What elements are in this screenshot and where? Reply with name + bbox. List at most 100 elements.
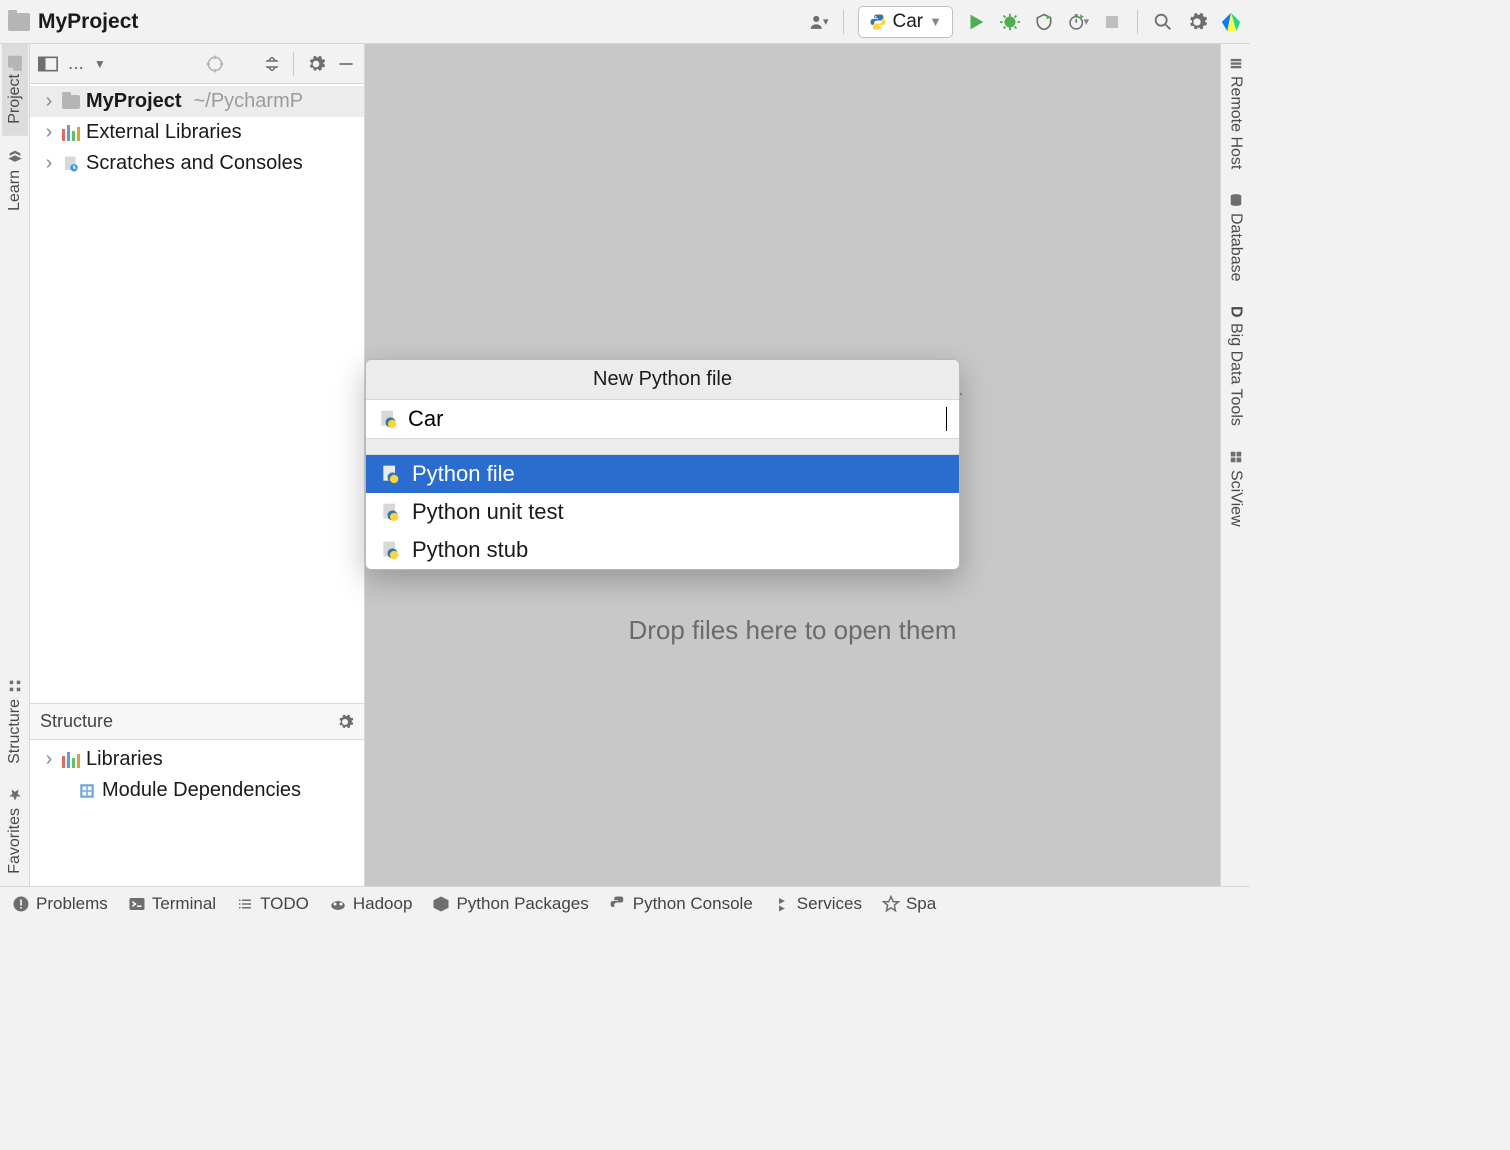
bottom-label: Hadoop <box>353 894 413 914</box>
search-icon[interactable] <box>1152 11 1174 33</box>
coverage-button[interactable] <box>1033 11 1055 33</box>
module-icon <box>78 782 96 800</box>
users-icon[interactable]: ▾ <box>807 11 829 33</box>
gear-icon[interactable] <box>306 54 326 74</box>
star-icon <box>882 895 900 913</box>
stop-button[interactable] <box>1101 11 1123 33</box>
bottom-bar: Problems Terminal TODO Hadoop Python Pac… <box>0 886 1250 920</box>
bottom-todo[interactable]: TODO <box>236 894 309 914</box>
separator <box>843 10 844 34</box>
bottom-label: Services <box>797 894 862 914</box>
gutter-tab-structure[interactable]: Structure <box>2 667 28 776</box>
gutter-label: Structure <box>6 699 24 764</box>
project-panel-header: ... ▼ <box>30 44 364 84</box>
bottom-label: Python Console <box>633 894 753 914</box>
debug-button[interactable] <box>999 11 1021 33</box>
popup-option-python-file[interactable]: Python file <box>366 455 959 493</box>
gutter-tab-big-data[interactable]: D Big Data Tools <box>1223 294 1249 438</box>
filename-input[interactable] <box>408 406 936 432</box>
bottom-services[interactable]: Services <box>773 894 862 914</box>
profiler-button[interactable]: ▾ <box>1067 11 1089 33</box>
chevron-right-icon[interactable]: › <box>42 748 56 771</box>
star-icon <box>8 788 22 802</box>
learn-icon <box>7 148 23 164</box>
bottom-terminal[interactable]: Terminal <box>128 894 216 914</box>
gutter-label: Learn <box>6 170 24 211</box>
drop-hint: Drop files here to open them <box>628 615 956 646</box>
separator <box>293 52 294 76</box>
gutter-label: Remote Host <box>1227 76 1245 169</box>
popup-option-python-unit-test[interactable]: Python unit test <box>366 493 959 531</box>
bottom-problems[interactable]: Problems <box>12 894 108 914</box>
gutter-tab-favorites[interactable]: Favorites <box>2 776 28 886</box>
popup-option-label: Python stub <box>412 537 528 563</box>
bottom-python-console[interactable]: Python Console <box>609 894 753 914</box>
bottom-hadoop[interactable]: Hadoop <box>329 894 413 914</box>
bottom-spark[interactable]: Spa <box>882 894 936 914</box>
gutter-tab-learn[interactable]: Learn <box>2 136 28 223</box>
tree-label: External Libraries <box>86 121 242 144</box>
terminal-icon <box>128 895 146 913</box>
python-file-icon <box>380 464 400 484</box>
left-tool-gutter: Project Learn Structure Favorites <box>0 44 30 886</box>
popup-option-python-stub[interactable]: Python stub <box>366 531 959 569</box>
navbar: MyProject ▾ Car ▼ ▾ <box>0 0 1250 44</box>
big-data-icon: D <box>1227 306 1245 318</box>
hide-icon[interactable] <box>336 54 356 74</box>
caret <box>946 407 947 431</box>
tree-item-external-libraries[interactable]: › External Libraries <box>30 117 364 148</box>
gutter-tab-project[interactable]: Project <box>2 44 28 136</box>
bottom-label: Terminal <box>152 894 216 914</box>
bottom-python-packages[interactable]: Python Packages <box>432 894 588 914</box>
view-mode-label[interactable]: ... <box>68 53 84 75</box>
gutter-label: SciView <box>1227 470 1245 527</box>
chevron-right-icon[interactable]: › <box>42 90 56 113</box>
editor-area: Search Everywhere Double ⇧ Drop files he… <box>365 44 1220 886</box>
problems-icon <box>12 895 30 913</box>
breadcrumb-project[interactable]: MyProject <box>38 10 138 34</box>
popup-divider <box>366 439 959 455</box>
settings-icon[interactable] <box>1186 11 1208 33</box>
chevron-down-icon[interactable]: ▼ <box>94 57 106 71</box>
python-file-icon <box>380 502 400 522</box>
tree-item-scratches[interactable]: › Scratches and Consoles <box>30 148 364 179</box>
gutter-label: Database <box>1227 213 1245 282</box>
services-icon <box>773 895 791 913</box>
run-config-label: Car <box>893 11 924 33</box>
bottom-label: TODO <box>260 894 309 914</box>
structure-item-libraries[interactable]: › Libraries <box>30 744 364 775</box>
python-file-icon <box>380 540 400 560</box>
tree-label: Libraries <box>86 748 163 771</box>
libraries-icon <box>62 752 80 768</box>
todo-icon <box>236 895 254 913</box>
tree-item-root[interactable]: › MyProject ~/PycharmP <box>30 86 364 117</box>
scratches-icon <box>62 155 80 173</box>
tree-label: Scratches and Consoles <box>86 152 303 175</box>
gutter-tab-database[interactable]: Database <box>1223 181 1249 294</box>
python-file-icon <box>378 409 398 429</box>
view-mode-icon[interactable] <box>38 56 58 72</box>
gutter-tab-sciview[interactable]: SciView <box>1223 438 1249 539</box>
gutter-label: Project <box>6 74 24 124</box>
structure-panel-header: Structure <box>30 704 364 740</box>
run-button[interactable] <box>965 11 987 33</box>
bottom-label: Problems <box>36 894 108 914</box>
structure-item-module-deps[interactable]: Module Dependencies <box>30 775 364 806</box>
hadoop-icon <box>329 895 347 913</box>
target-icon[interactable] <box>205 54 225 74</box>
chevron-right-icon[interactable]: › <box>42 152 56 175</box>
expand-all-icon[interactable] <box>235 55 253 73</box>
run-config-selector[interactable]: Car ▼ <box>858 6 954 38</box>
gutter-tab-remote-host[interactable]: Remote Host <box>1223 44 1249 181</box>
chevron-right-icon[interactable]: › <box>42 121 56 144</box>
python-icon <box>609 895 627 913</box>
structure-title: Structure <box>40 711 113 732</box>
gear-icon[interactable] <box>336 713 354 731</box>
jetbrains-icon[interactable] <box>1220 11 1242 33</box>
libraries-icon <box>62 125 80 141</box>
tree-label: Module Dependencies <box>102 779 301 802</box>
collapse-all-icon[interactable] <box>263 55 281 73</box>
bottom-label: Spa <box>906 894 936 914</box>
gutter-label: Big Data Tools <box>1227 323 1245 426</box>
popup-input-row <box>366 400 959 439</box>
